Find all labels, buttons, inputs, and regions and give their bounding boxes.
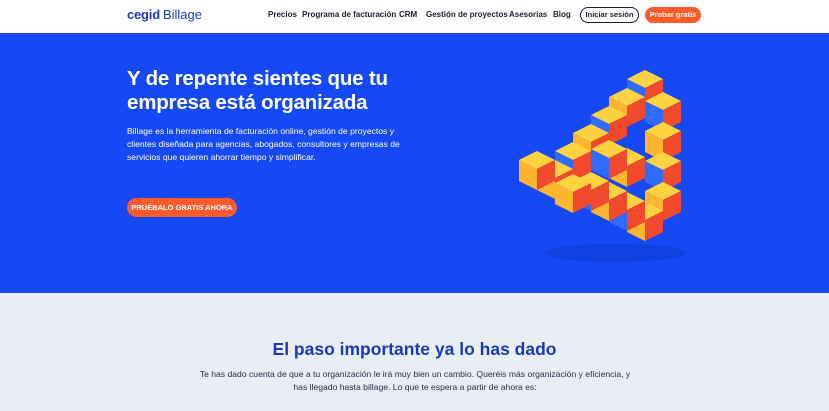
logo-product: Billage (162, 7, 202, 22)
nav-link-crm[interactable]: CRM (399, 10, 417, 20)
section-title: El paso importante ya lo has dado (272, 339, 557, 359)
nav-link-blog[interactable]: Blog (553, 10, 571, 20)
nav-link-precios[interactable]: Precios (268, 10, 297, 20)
free-trial-button[interactable]: Probar gratis (645, 7, 701, 23)
section-text: Te has dado cuenta de que a tu organizac… (199, 369, 631, 392)
nav-link-asesorias[interactable]: Asesorías (509, 10, 547, 20)
nav-link-gestion-proyectos[interactable]: Gestión de proyectos (426, 10, 508, 20)
benefits-intro-section: El paso importante ya lo has dado Te has… (0, 293, 829, 411)
try-free-now-button[interactable]: PRUÉBALO GRATIS AHORA (127, 198, 237, 217)
top-navigation: cegid Billage Precios Programa de factura… (0, 0, 829, 33)
hero-section: Y de repente sientes que tu empresa está… (0, 33, 829, 293)
logo-brand: cegid (127, 7, 160, 22)
login-button[interactable]: Iniciar sesión (580, 7, 639, 23)
cegid-billage-logo[interactable]: cegid Billage (127, 7, 202, 22)
nav-link-programa-facturacion[interactable]: Programa de facturación (302, 10, 396, 20)
hero-title: Y de repente sientes que tu empresa está… (127, 67, 388, 114)
isometric-cubes-illustration (519, 70, 685, 262)
hero-description: Billage es la herramienta de facturación… (127, 126, 400, 162)
